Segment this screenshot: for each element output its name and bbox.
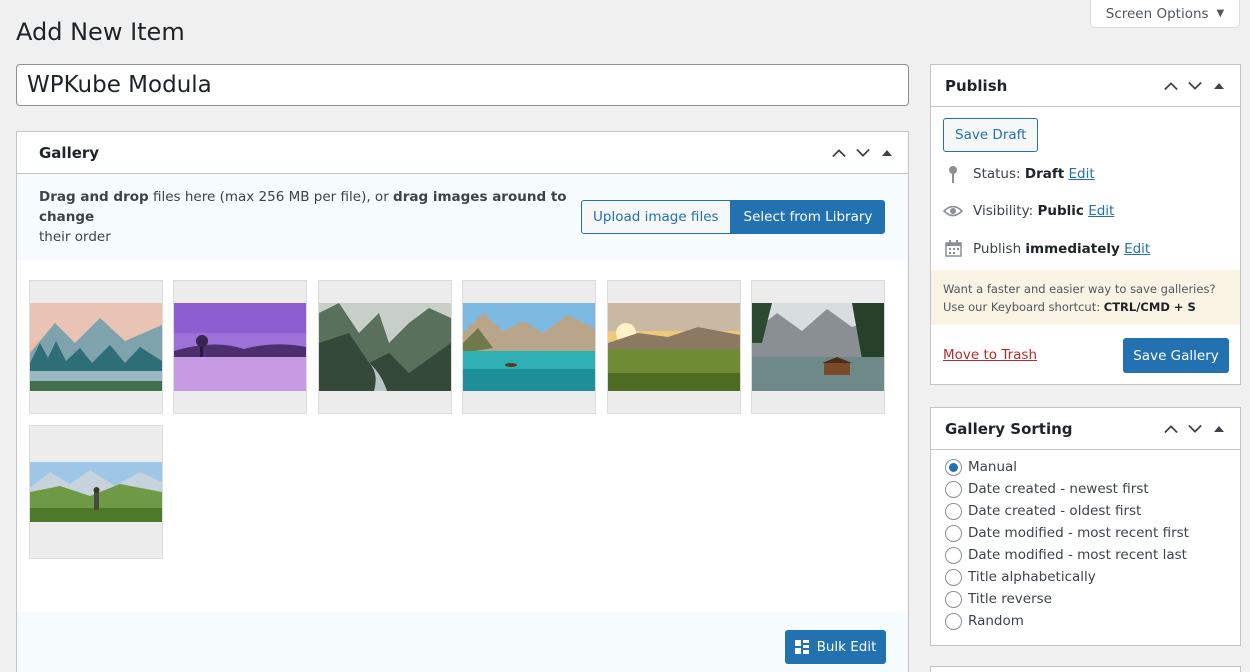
bulk-edit-label: Bulk Edit <box>816 639 877 655</box>
pin-icon <box>943 165 963 183</box>
radio-button[interactable] <box>945 612 962 630</box>
sort-option-random[interactable]: Random <box>945 610 1189 632</box>
gallery-image-tile[interactable] <box>173 280 307 414</box>
title-input[interactable]: WPKube Modula <box>16 64 909 106</box>
move-down-icon[interactable] <box>1188 79 1202 93</box>
radio-button[interactable] <box>945 568 962 586</box>
collapse-toggle-icon[interactable] <box>1212 422 1226 436</box>
move-down-icon[interactable] <box>856 146 870 160</box>
radio-button[interactable] <box>945 502 962 520</box>
instructions-end: their order <box>39 229 111 245</box>
radio-button[interactable] <box>945 458 962 476</box>
gallery-sorting-metabox: Gallery Sorting Manual Date created - ne… <box>930 407 1241 646</box>
sort-option-title-reverse[interactable]: Title reverse <box>945 588 1189 610</box>
upload-button-group: Upload image files Select from Library <box>581 200 886 234</box>
sort-option-label: Title alphabetically <box>968 569 1096 585</box>
gallery-image-3 <box>319 303 451 391</box>
save-draft-button[interactable]: Save Draft <box>943 118 1039 152</box>
screen-options-toggle[interactable]: Screen Options ▼ <box>1090 0 1240 28</box>
sort-option-label: Date modified - most recent first <box>968 525 1189 541</box>
publish-heading: Publish <box>945 76 1008 95</box>
move-up-icon[interactable] <box>832 146 846 160</box>
status-label: Status: <box>973 166 1021 182</box>
caret-down-icon: ▼ <box>1216 8 1225 19</box>
sort-option-label: Random <box>968 613 1024 629</box>
publish-handle-actions <box>1164 79 1226 93</box>
gallery-image-2 <box>174 303 306 391</box>
gallery-image-5 <box>608 303 740 391</box>
gallery-image-7 <box>30 462 162 522</box>
sort-option-date-modified-recent-last[interactable]: Date modified - most recent last <box>945 544 1189 566</box>
bulk-edit-button[interactable]: Bulk Edit <box>785 630 886 664</box>
gallery-heading: Gallery <box>39 143 100 162</box>
publish-time-value: immediately <box>1025 240 1120 257</box>
visibility-row: Visibility: Public Edit <box>943 203 1114 219</box>
gallery-image-tile[interactable] <box>318 280 452 414</box>
page-title: Add New Item <box>16 18 185 46</box>
move-to-trash-link[interactable]: Move to Trash <box>943 347 1037 363</box>
upload-image-files-button[interactable]: Upload image files <box>581 200 731 234</box>
sort-option-label: Date created - oldest first <box>968 503 1142 519</box>
radio-button[interactable] <box>945 590 962 608</box>
gallery-image-tile[interactable] <box>29 280 163 414</box>
gallery-image-6 <box>752 303 884 391</box>
eye-icon <box>943 205 963 217</box>
sorting-heading: Gallery Sorting <box>945 419 1073 438</box>
gallery-header: Gallery <box>17 132 908 174</box>
drag-drop-instructions: Drag and drop files here (max 256 MB per… <box>39 187 569 247</box>
sort-option-date-modified-recent-first[interactable]: Date modified - most recent first <box>945 522 1189 544</box>
title-input-value: WPKube Modula <box>27 72 212 98</box>
publish-metabox: Publish Save Draft Status: Draft Edit Vi… <box>930 64 1241 385</box>
sorting-handle-actions <box>1164 422 1226 436</box>
move-up-icon[interactable] <box>1164 79 1178 93</box>
sort-option-label: Date created - newest first <box>968 481 1149 497</box>
instructions-mid: files here (max 256 MB per file), or <box>148 189 394 205</box>
calendar-icon <box>943 240 963 257</box>
gallery-upload-toolbar: Drag and drop files here (max 256 MB per… <box>17 174 908 260</box>
gallery-handle-actions <box>832 146 894 160</box>
grid-edit-icon <box>794 640 809 654</box>
select-from-library-button[interactable]: Select from Library <box>730 200 886 234</box>
save-gallery-button[interactable]: Save Gallery <box>1123 338 1229 373</box>
sort-option-date-created-oldest[interactable]: Date created - oldest first <box>945 500 1189 522</box>
next-metabox-edge <box>930 666 1241 672</box>
edit-publish-time-link[interactable]: Edit <box>1124 241 1150 257</box>
gallery-footer: Bulk Edit <box>17 612 908 672</box>
sort-option-date-created-newest[interactable]: Date created - newest first <box>945 478 1189 500</box>
edit-status-link[interactable]: Edit <box>1068 166 1094 182</box>
sorting-options: Manual Date created - newest first Date … <box>945 456 1189 632</box>
publish-header: Publish <box>931 65 1240 107</box>
gallery-image-tile[interactable] <box>607 280 741 414</box>
publish-time-row: Publish immediately Edit <box>943 240 1150 257</box>
status-row: Status: Draft Edit <box>943 165 1095 183</box>
sort-option-label: Date modified - most recent last <box>968 547 1187 563</box>
instructions-bold-1: Drag and drop <box>39 189 149 205</box>
gallery-image-tile[interactable] <box>751 280 885 414</box>
keyboard-shortcut-notice: Want a faster and easier way to save gal… <box>931 270 1240 325</box>
visibility-label: Visibility: <box>973 203 1034 219</box>
radio-button[interactable] <box>945 546 962 564</box>
gallery-image-1 <box>30 303 162 391</box>
sort-option-manual[interactable]: Manual <box>945 456 1189 478</box>
gallery-image-tile[interactable] <box>462 280 596 414</box>
edit-visibility-link[interactable]: Edit <box>1088 203 1114 219</box>
radio-button[interactable] <box>945 480 962 498</box>
radio-button[interactable] <box>945 524 962 542</box>
sort-option-label: Title reverse <box>968 591 1052 607</box>
sorting-header: Gallery Sorting <box>931 408 1240 450</box>
publish-time-label: Publish <box>973 240 1022 257</box>
sort-option-title-alpha[interactable]: Title alphabetically <box>945 566 1189 588</box>
move-down-icon[interactable] <box>1188 422 1202 436</box>
sort-option-label: Manual <box>968 459 1018 475</box>
gallery-image-tile[interactable] <box>29 425 163 559</box>
status-value: Draft <box>1024 166 1065 182</box>
gallery-image-4 <box>463 303 595 391</box>
screen-options-label: Screen Options <box>1105 5 1209 22</box>
gallery-metabox: Gallery Drag and drop files here (max 25… <box>16 131 909 672</box>
collapse-toggle-icon[interactable] <box>1212 79 1226 93</box>
visibility-value: Public <box>1037 203 1084 219</box>
move-up-icon[interactable] <box>1164 422 1178 436</box>
notice-shortcut: CTRL/CMD + S <box>1103 300 1196 314</box>
collapse-toggle-icon[interactable] <box>880 146 894 160</box>
